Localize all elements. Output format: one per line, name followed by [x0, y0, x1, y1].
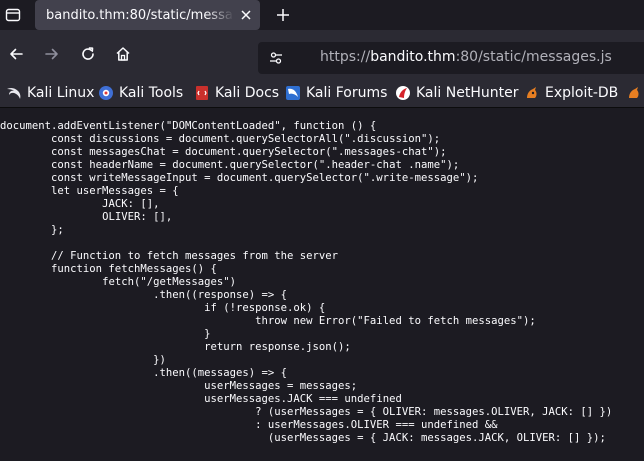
code-line: } — [0, 328, 211, 340]
back-button[interactable] — [4, 42, 28, 66]
url-path: :80/static/messages.js — [455, 49, 612, 65]
exploit-db-icon — [527, 87, 537, 98]
tab-list-icon — [5, 8, 21, 22]
code-line: document.addEventListener("DOMContentLoa… — [0, 120, 377, 132]
code-line: .then((messages) => { — [0, 367, 288, 379]
code-line: const messagesChat = document.querySelec… — [0, 146, 447, 158]
bookmark-label: Kali Linux — [27, 85, 95, 101]
new-tab-button[interactable] — [272, 4, 294, 26]
code-line: function fetchMessages() { — [0, 263, 217, 275]
kali-nethunter-icon — [396, 86, 410, 100]
source-code: document.addEventListener("DOMContentLoa… — [0, 120, 612, 445]
code-line: fetch("/getMessages") — [0, 276, 236, 288]
active-tab[interactable]: bandito.thm:80/static/messages.js — [35, 0, 260, 30]
bookmark-kali-forums[interactable]: Kali Forums — [285, 78, 388, 107]
code-line: let userMessages = { — [0, 185, 179, 197]
code-line: (userMessages = { JACK: messages.JACK, O… — [0, 432, 606, 444]
kali-dragon-icon — [7, 87, 21, 99]
reload-icon — [82, 47, 94, 60]
bookmark-kali-docs[interactable]: Kali Docs — [194, 78, 280, 107]
code-line: if (!response.ok) { — [0, 302, 326, 314]
arrow-right-icon — [45, 48, 58, 60]
tab-title: bandito.thm:80/static/messages.js — [46, 7, 234, 23]
exploit-db-icon — [629, 87, 639, 98]
close-icon — [241, 10, 251, 20]
forward-button[interactable] — [40, 42, 64, 66]
code-line: const headerName = document.querySelecto… — [0, 159, 460, 171]
tab-strip: bandito.thm:80/static/messages.js — [0, 0, 644, 30]
code-line: userMessages.JACK === undefined — [0, 393, 402, 405]
close-tab-button[interactable] — [238, 7, 254, 23]
code-line: }; — [0, 224, 64, 236]
code-line: const discussions = document.querySelect… — [0, 133, 441, 145]
url-host: bandito.thm — [370, 49, 456, 65]
code-line: ? (userMessages = { OLIVER: messages.OLI… — [0, 406, 613, 418]
code-line: : userMessages.OLIVER === undefined && — [0, 419, 498, 431]
page-content: document.addEventListener("DOMContentLoa… — [0, 108, 644, 461]
bookmark-label: Kali NetHunter — [416, 85, 519, 101]
url-scheme: https:// — [320, 49, 371, 65]
code-line: return response.json(); — [0, 341, 351, 353]
bookmark-label: Exploit-DB — [545, 85, 619, 101]
code-line: // Function to fetch messages from the s… — [0, 250, 339, 262]
bookmark-exploit-db[interactable]: Exploit-DB — [524, 78, 619, 107]
code-line: JACK: [], — [0, 198, 160, 210]
kali-docs-icon — [196, 86, 208, 100]
bookmark-label: Kali Docs — [215, 85, 280, 101]
list-all-tabs-button[interactable] — [0, 2, 26, 28]
bookmark-overflow[interactable] — [626, 78, 642, 107]
code-line: .then((response) => { — [0, 289, 288, 301]
plus-icon — [277, 9, 289, 21]
code-line: OLIVER: [], — [0, 211, 173, 223]
bookmark-label: Kali Forums — [306, 85, 388, 101]
arrow-left-icon — [10, 48, 23, 60]
code-line: userMessages = messages; — [0, 380, 358, 392]
bookmarks-toolbar: Kali Linux Kali Tools Kali Docs Kali For… — [0, 78, 644, 108]
page-info-icon[interactable] — [268, 50, 284, 66]
url-text[interactable]: https://bandito.thm:80/static/messages.j… — [320, 49, 612, 65]
bookmark-kali-tools[interactable]: Kali Tools — [98, 78, 184, 107]
home-icon — [116, 47, 130, 61]
bookmark-kali-nethunter[interactable]: Kali NetHunter — [395, 78, 519, 107]
code-line: const writeMessageInput = document.query… — [0, 172, 479, 184]
bookmark-kali-linux[interactable]: Kali Linux — [6, 78, 95, 107]
kali-tools-icon — [99, 86, 113, 100]
code-line: }) — [0, 354, 166, 366]
code-line: throw new Error("Failed to fetch message… — [0, 315, 536, 327]
reload-button[interactable] — [76, 42, 100, 66]
bookmark-label: Kali Tools — [119, 85, 184, 101]
kali-forums-icon — [286, 86, 300, 100]
address-bar[interactable]: https://bandito.thm:80/static/messages.j… — [258, 42, 644, 74]
home-button[interactable] — [111, 42, 135, 66]
